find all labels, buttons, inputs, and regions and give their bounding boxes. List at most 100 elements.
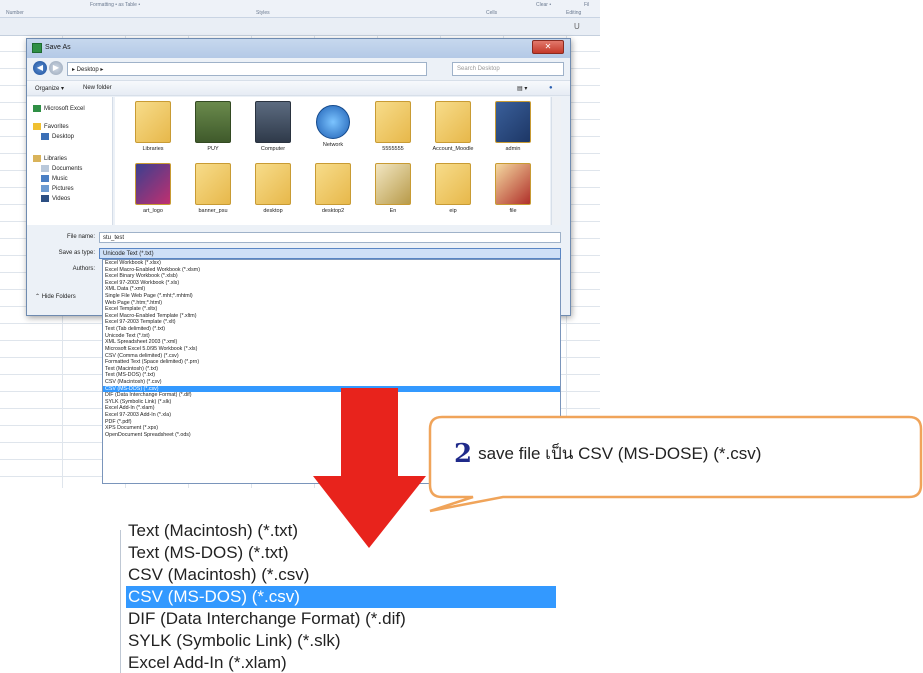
dropdown-option[interactable]: CSV (Comma delimited) (*.csv) (103, 353, 560, 360)
dropdown-option[interactable]: Single File Web Page (*.mht;*.mhtml) (103, 293, 560, 300)
dropdown-option[interactable]: Text (Macintosh) (*.txt) (103, 366, 560, 373)
save-as-type-label: Save as type: (58, 250, 95, 256)
dropdown-option[interactable]: Microsoft Excel 5.0/95 Workbook (*.xls) (103, 346, 560, 353)
zoomed-option[interactable]: CSV (MS-DOS) (*.csv) (126, 586, 556, 608)
dropdown-option[interactable]: XML Spreadsheet 2003 (*.xml) (103, 339, 560, 346)
folder-item[interactable]: eip (427, 163, 479, 223)
folder-item[interactable]: Account_Moodle (427, 101, 479, 161)
folder-item[interactable]: Network (307, 101, 359, 161)
folder-item[interactable]: admin (487, 101, 539, 161)
excel-icon (33, 105, 41, 112)
dropdown-option[interactable]: Excel Macro-Enabled Workbook (*.xlsm) (103, 267, 560, 274)
new-folder-button[interactable]: New folder (83, 85, 112, 91)
zoomed-option[interactable]: Text (MS-DOS) (*.txt) (126, 542, 556, 564)
dropdown-option[interactable]: Web Page (*.htm;*.html) (103, 300, 560, 307)
user-folder-icon (195, 101, 231, 143)
folder-icon (495, 101, 531, 143)
zoomed-option[interactable]: SYLK (Symbolic Link) (*.slk) (126, 630, 556, 652)
step-number: 2 (454, 439, 473, 469)
nav-item-videos[interactable]: Videos (41, 195, 70, 202)
music-icon (41, 175, 49, 182)
zoomed-option[interactable]: CSV (Macintosh) (*.csv) (126, 564, 556, 586)
file-list-scrollbar[interactable] (551, 97, 561, 225)
hide-folders-button[interactable]: ⌃ Hide Folders (35, 293, 76, 300)
pictures-icon (41, 185, 49, 192)
help-icon[interactable]: ● (549, 85, 553, 91)
folder-item[interactable]: file (487, 163, 539, 223)
nav-item-favorites[interactable]: Favorites (33, 123, 69, 130)
clear-button[interactable]: Clear • (536, 2, 551, 8)
folder-item[interactable]: En (367, 163, 419, 223)
dropdown-option[interactable]: Formatted Text (Space delimited) (*.prn) (103, 359, 560, 366)
folder-icon (375, 101, 411, 143)
save-as-type-select[interactable]: Unicode Text (*.txt) (99, 248, 561, 259)
file-name-label: File name: (66, 234, 95, 240)
file-label: desktop2 (321, 208, 345, 214)
nav-item-microsoft-excel[interactable]: Microsoft Excel (33, 105, 85, 112)
nav-item-pictures[interactable]: Pictures (41, 185, 74, 192)
format-as-table-button[interactable]: Formatting • as Table • (90, 2, 140, 8)
nav-item-desktop[interactable]: Desktop (41, 133, 74, 140)
folder-icon (195, 163, 231, 205)
nav-label: Pictures (52, 186, 74, 193)
dropdown-option[interactable]: Excel 97-2003 Workbook (*.xls) (103, 280, 560, 287)
nav-label: Desktop (52, 134, 75, 141)
organize-button[interactable]: Organize ▾ (35, 85, 64, 92)
dropdown-option[interactable]: Text (MS-DOS) (*.txt) (103, 372, 560, 379)
dropdown-option[interactable]: Excel Template (*.xltx) (103, 306, 560, 313)
ribbon-group-styles: Styles (256, 10, 270, 16)
navigation-pane: Microsoft Excel Favorites Desktop Librar… (27, 97, 113, 225)
nav-label: Music (52, 176, 68, 183)
dropdown-option[interactable]: Excel Workbook (*.xlsx) (103, 260, 560, 267)
view-options-icon[interactable]: ▤ ▾ (517, 85, 527, 92)
folder-item[interactable]: PUY (187, 101, 239, 161)
path-breadcrumb[interactable]: ▸ Desktop ▸ (67, 62, 427, 76)
file-name-field[interactable]: stu_test (99, 232, 561, 243)
folder-icon (315, 163, 351, 205)
folder-icon (135, 163, 171, 205)
excel-ribbon: Formatting • as Table • Clear • Fil Numb… (0, 0, 600, 18)
zoomed-option[interactable]: Excel Add-In (*.xlam) (126, 652, 556, 673)
back-arrow-icon[interactable]: ◀ (33, 61, 47, 75)
folder-item[interactable]: desktop2 (307, 163, 359, 223)
file-label: Account_Moodle (432, 146, 474, 152)
nav-label: Libraries (44, 156, 68, 163)
computer-icon (255, 101, 291, 143)
dropdown-option[interactable]: CSV (Macintosh) (*.csv) (103, 379, 560, 386)
file-label: desktop (263, 208, 283, 214)
ribbon-group-cells: Cells (486, 10, 498, 16)
folder-item[interactable]: Computer (247, 101, 299, 161)
file-label: 5555555 (382, 146, 404, 152)
star-icon (33, 123, 41, 130)
ribbon-group-editing: Editing (566, 10, 582, 16)
dialog-toolbar: Organize ▾ New folder ▤ ▾ ● (27, 80, 570, 96)
ribbon-group-number: Number (6, 10, 24, 16)
dropdown-option[interactable]: Text (Tab delimited) (*.txt) (103, 326, 560, 333)
zoomed-option[interactable]: Text (Macintosh) (*.txt) (126, 520, 556, 542)
nav-label: Microsoft Excel (44, 106, 85, 113)
folder-item[interactable]: art_logo (127, 163, 179, 223)
dropdown-option[interactable]: XML Data (*.xml) (103, 286, 560, 293)
forward-arrow-icon[interactable]: ▶ (49, 61, 63, 75)
close-button[interactable]: ✕ (532, 40, 564, 54)
nav-item-music[interactable]: Music (41, 175, 68, 182)
folder-icon (375, 163, 411, 205)
folder-item[interactable]: Libraries (127, 101, 179, 161)
folder-item[interactable]: desktop (247, 163, 299, 223)
search-input[interactable]: Search Desktop (452, 62, 564, 76)
dropdown-option[interactable]: Excel 97-2003 Template (*.xlt) (103, 319, 560, 326)
address-bar: ◀ ▶ ▸ Desktop ▸ Search Desktop (27, 58, 570, 80)
file-label: art_logo (143, 208, 163, 214)
zoomed-option[interactable]: DIF (Data Interchange Format) (*.dif) (126, 608, 556, 630)
folder-item[interactable]: 5555555 (367, 101, 419, 161)
folder-item[interactable]: banner_psu (187, 163, 239, 223)
folder-icon (435, 101, 471, 143)
nav-item-documents[interactable]: Documents (41, 165, 82, 172)
dropdown-option[interactable]: Excel Macro-Enabled Template (*.xltm) (103, 313, 560, 320)
dropdown-option[interactable]: Excel Binary Workbook (*.xlsb) (103, 273, 560, 280)
videos-icon (41, 195, 49, 202)
folder-icon (435, 163, 471, 205)
dropdown-option[interactable]: Unicode Text (*.txt) (103, 333, 560, 340)
fill-button[interactable]: Fil (584, 2, 589, 8)
nav-item-libraries[interactable]: Libraries (33, 155, 67, 162)
